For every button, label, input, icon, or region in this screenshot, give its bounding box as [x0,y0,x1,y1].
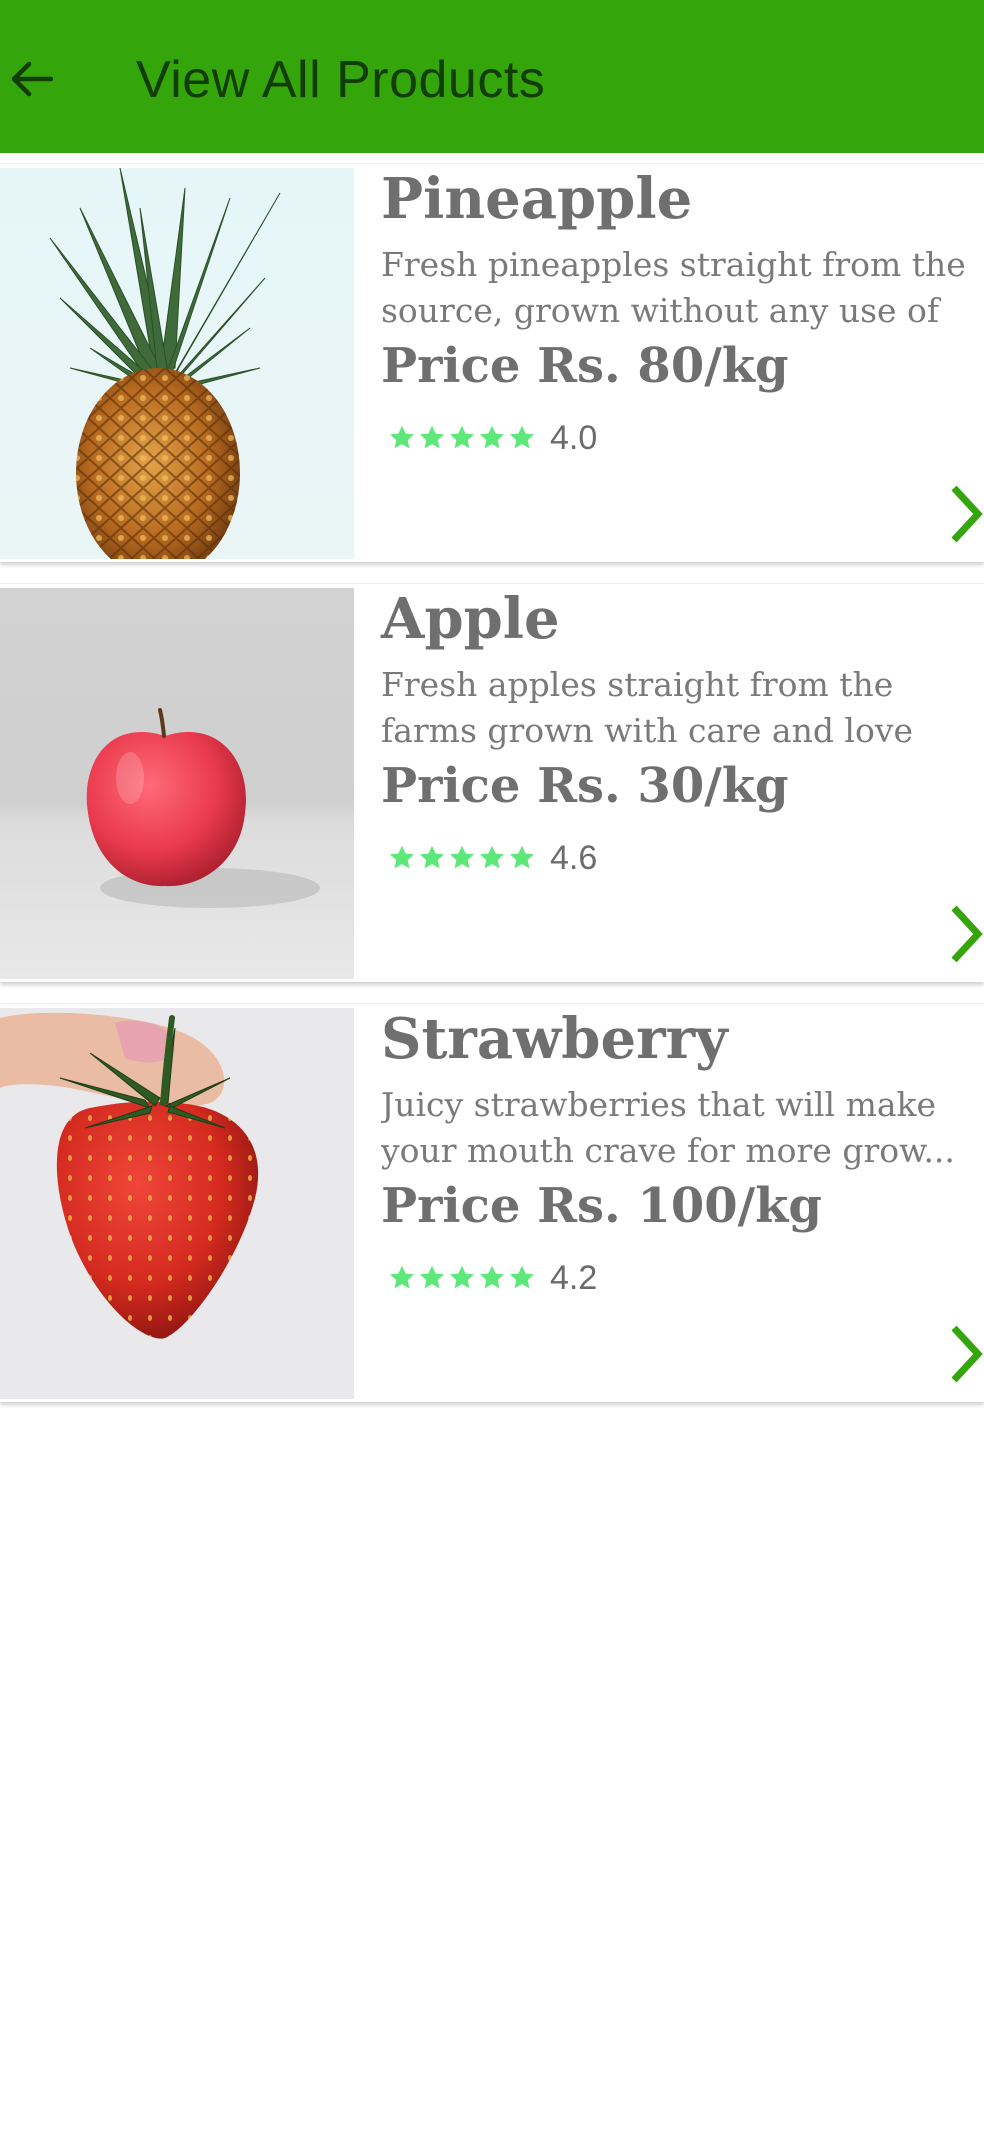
rating-value: 4.2 [550,1258,598,1297]
product-description-line: your mouth crave for more grow... [381,1131,955,1170]
star-icon [509,845,535,869]
star-icon [509,1265,535,1289]
product-price: Price Rs. 80/kg [381,338,789,394]
product-description-line: farms grown with care and love [381,711,914,750]
star-icon [419,1265,445,1289]
chevron-right-icon[interactable] [948,902,984,966]
product-description-line: Fresh pineapples straight from the [381,245,966,284]
product-price: Price Rs. 30/kg [381,758,789,814]
star-icon [479,425,505,449]
chevron-right-icon[interactable] [948,1322,984,1386]
star-icon [389,1265,415,1289]
pineapple-image [0,168,354,559]
product-card-apple[interactable]: Apple Fresh apples straight from the far… [0,583,984,982]
star-icon [449,845,475,869]
star-icon [419,845,445,869]
product-rating: 4.2 [388,1256,597,1300]
product-description: Juicy strawberries that will make your m… [381,1082,984,1174]
product-price: Price Rs. 100/kg [381,1178,822,1234]
rating-stars [388,1264,536,1292]
apple-image [0,588,354,979]
arrow-left-icon [11,61,53,97]
star-icon [509,425,535,449]
product-description: Fresh pineapples straight from the sourc… [381,242,984,334]
product-description-line: source, grown without any use of [381,291,940,330]
rating-value: 4.0 [550,418,598,457]
rating-value: 4.6 [550,838,598,877]
product-rating: 4.0 [388,416,597,460]
page-title: View All Products [136,51,546,109]
star-icon [449,425,475,449]
rating-stars [388,424,536,452]
product-rating: 4.6 [388,836,597,880]
back-button[interactable] [0,44,62,114]
star-icon [419,425,445,449]
star-icon [449,1265,475,1289]
product-description: Fresh apples straight from the farms gro… [381,662,984,754]
product-name: Strawberry [381,1006,728,1072]
app-bar: View All Products [0,0,984,153]
product-name: Pineapple [381,166,693,232]
rating-stars [388,844,536,872]
star-icon [479,845,505,869]
star-icon [479,1265,505,1289]
strawberry-image [0,1008,354,1399]
star-icon [389,425,415,449]
star-icon [389,845,415,869]
chevron-right-icon[interactable] [948,482,984,546]
product-name: Apple [381,586,560,652]
product-description-line: Fresh apples straight from the [381,665,894,704]
product-card-pineapple[interactable]: Pineapple Fresh pineapples straight from… [0,163,984,562]
product-card-strawberry[interactable]: Strawberry Juicy strawberries that will … [0,1003,984,1402]
product-description-line: Juicy strawberries that will make [381,1085,937,1124]
